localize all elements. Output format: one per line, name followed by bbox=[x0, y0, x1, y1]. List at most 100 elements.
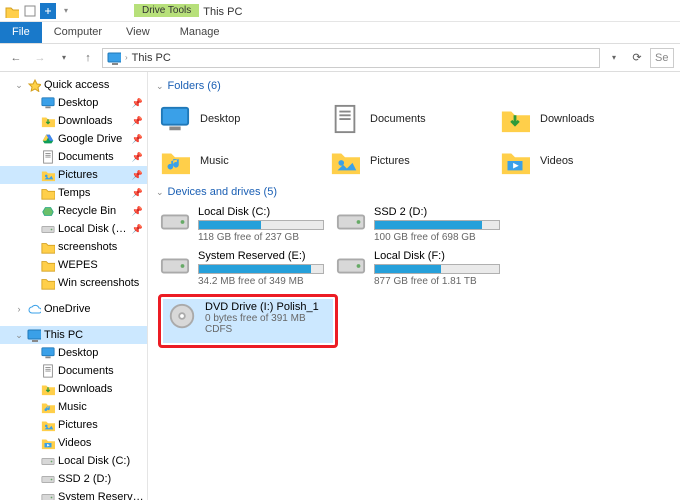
drive-icon bbox=[158, 250, 192, 280]
nav-recent-dropdown[interactable]: ▾ bbox=[54, 48, 74, 68]
documents-icon bbox=[41, 364, 55, 378]
folder-icon bbox=[41, 186, 55, 200]
drive-icon bbox=[41, 222, 55, 236]
desktop-icon bbox=[41, 346, 55, 360]
drive-win-icon bbox=[158, 206, 192, 236]
downloads-icon bbox=[41, 382, 55, 396]
chevron-down-icon[interactable]: ⌄ bbox=[14, 330, 24, 341]
group-drives[interactable]: ⌄ Devices and drives (5) bbox=[156, 186, 676, 198]
content-area: ⌄ Folders (6) DesktopDocumentsDownloads M… bbox=[148, 72, 680, 500]
window-title: This PC bbox=[203, 4, 242, 18]
usage-bar bbox=[198, 220, 324, 230]
sidebar-item-win-screenshots[interactable]: Win screenshots bbox=[0, 274, 147, 292]
titlebar: ▾ Drive Tools This PC bbox=[0, 0, 680, 22]
sidebar-item-temps[interactable]: Temps📌 bbox=[0, 184, 147, 202]
pictures-icon bbox=[41, 418, 55, 432]
drive-ssd-2-d-[interactable]: SSD 2 (D:)100 GB free of 698 GB bbox=[332, 204, 502, 248]
recycle-icon bbox=[41, 204, 55, 218]
qat-properties-icon[interactable] bbox=[22, 3, 38, 19]
nav-back[interactable]: ← bbox=[6, 48, 26, 68]
sidebar-item-wepes[interactable]: WEPES bbox=[0, 256, 147, 274]
address-bar[interactable]: › This PC bbox=[102, 48, 600, 68]
folder-desktop[interactable]: Desktop bbox=[156, 98, 326, 140]
chevron-down-icon[interactable]: ⌄ bbox=[156, 81, 164, 92]
sidebar-item-music[interactable]: Music bbox=[0, 398, 147, 416]
sidebar-item-system-reserved-e-[interactable]: System Reserved (E:) bbox=[0, 488, 147, 500]
sidebar-item-local-disk-c-[interactable]: Local Disk (C:) bbox=[0, 452, 147, 470]
monitor-icon bbox=[27, 328, 41, 342]
pin-icon: 📌 bbox=[132, 134, 143, 145]
sidebar-item-screenshots[interactable]: screenshots bbox=[0, 238, 147, 256]
sidebar: ⌄ Quick access Desktop📌Downloads📌Google … bbox=[0, 72, 148, 500]
folder-icon bbox=[41, 276, 55, 290]
ribbon-tab-computer[interactable]: Computer bbox=[42, 22, 114, 43]
drive-system-reserved-e-[interactable]: System Reserved (E:)34.2 MB free of 349 … bbox=[156, 248, 326, 292]
drive-icon bbox=[41, 472, 55, 486]
gdrive-icon bbox=[41, 132, 55, 146]
sidebar-item-videos[interactable]: Videos bbox=[0, 434, 147, 452]
dvd-icon bbox=[165, 301, 199, 331]
search-box[interactable]: Se bbox=[650, 48, 674, 68]
downloads-icon bbox=[498, 104, 532, 134]
thispc-icon bbox=[107, 51, 121, 65]
cloud-icon bbox=[27, 302, 41, 316]
folder-pictures[interactable]: Pictures bbox=[326, 140, 496, 182]
chevron-down-icon[interactable]: ⌄ bbox=[14, 80, 24, 91]
folder-videos[interactable]: Videos bbox=[496, 140, 666, 182]
sidebar-item-pictures[interactable]: Pictures bbox=[0, 416, 147, 434]
address-dropdown-icon[interactable]: ▾ bbox=[604, 48, 624, 68]
qat-dropdown-icon[interactable]: ▾ bbox=[58, 3, 74, 19]
drive-local-disk-c-[interactable]: Local Disk (C:)118 GB free of 237 GB bbox=[156, 204, 326, 248]
qat-newfolder-icon[interactable] bbox=[40, 3, 56, 19]
sidebar-quick-access[interactable]: ⌄ Quick access bbox=[0, 76, 147, 94]
ribbon: File Computer View Manage bbox=[0, 22, 680, 44]
folder-icon bbox=[41, 240, 55, 254]
sidebar-item-ssd-2-d-[interactable]: SSD 2 (D:) bbox=[0, 470, 147, 488]
folder-documents[interactable]: Documents bbox=[326, 98, 496, 140]
sidebar-item-downloads[interactable]: Downloads📌 bbox=[0, 112, 147, 130]
chevron-down-icon[interactable]: ⌄ bbox=[156, 187, 164, 198]
navbar: ← → ▾ ↑ › This PC ▾ ⟳ Se bbox=[0, 44, 680, 72]
drive-local-disk-f-[interactable]: Local Disk (F:)877 GB free of 1.81 TB bbox=[332, 248, 502, 292]
nav-up[interactable]: ↑ bbox=[78, 48, 98, 68]
sidebar-item-local-disk-f-[interactable]: Local Disk (F:)📌 bbox=[0, 220, 147, 238]
pictures-icon bbox=[328, 146, 362, 176]
videos-icon bbox=[41, 436, 55, 450]
sidebar-item-documents[interactable]: Documents📌 bbox=[0, 148, 147, 166]
documents-icon bbox=[328, 104, 362, 134]
sidebar-onedrive[interactable]: › OneDrive bbox=[0, 300, 147, 318]
drive-icon bbox=[41, 454, 55, 468]
sidebar-item-desktop[interactable]: Desktop bbox=[0, 344, 147, 362]
folder-icon bbox=[41, 258, 55, 272]
ribbon-tab-manage[interactable]: Manage bbox=[168, 22, 232, 43]
pin-icon: 📌 bbox=[132, 206, 143, 217]
sidebar-item-recycle-bin[interactable]: Recycle Bin📌 bbox=[0, 202, 147, 220]
sidebar-item-google-drive[interactable]: Google Drive📌 bbox=[0, 130, 147, 148]
sidebar-this-pc[interactable]: ⌄ This PC bbox=[0, 326, 147, 344]
ribbon-tab-view[interactable]: View bbox=[114, 22, 162, 43]
usage-bar bbox=[374, 264, 500, 274]
pin-icon: 📌 bbox=[132, 98, 143, 109]
context-tab-label: Drive Tools bbox=[134, 4, 199, 17]
group-folders[interactable]: ⌄ Folders (6) bbox=[156, 80, 676, 92]
sidebar-item-pictures[interactable]: Pictures📌 bbox=[0, 166, 147, 184]
desktop-icon bbox=[41, 96, 55, 110]
usage-bar bbox=[198, 264, 324, 274]
pin-icon: 📌 bbox=[132, 116, 143, 127]
sidebar-item-documents[interactable]: Documents bbox=[0, 362, 147, 380]
refresh-button[interactable]: ⟳ bbox=[628, 51, 646, 64]
folder-music[interactable]: Music bbox=[156, 140, 326, 182]
pin-icon: 📌 bbox=[132, 224, 143, 235]
drive-icon bbox=[41, 490, 55, 500]
desktop-icon bbox=[158, 104, 192, 134]
sidebar-item-desktop[interactable]: Desktop📌 bbox=[0, 94, 147, 112]
folder-downloads[interactable]: Downloads bbox=[496, 98, 666, 140]
drive-dvd-drive-i-polish-1[interactable]: DVD Drive (I:) Polish_10 bytes free of 3… bbox=[163, 299, 333, 343]
chevron-right-icon[interactable]: › bbox=[14, 304, 24, 314]
music-icon bbox=[158, 146, 192, 176]
star-icon bbox=[27, 78, 41, 92]
breadcrumb[interactable]: This PC bbox=[132, 52, 171, 64]
pictures-icon bbox=[41, 168, 55, 182]
ribbon-file[interactable]: File bbox=[0, 22, 42, 43]
sidebar-item-downloads[interactable]: Downloads bbox=[0, 380, 147, 398]
